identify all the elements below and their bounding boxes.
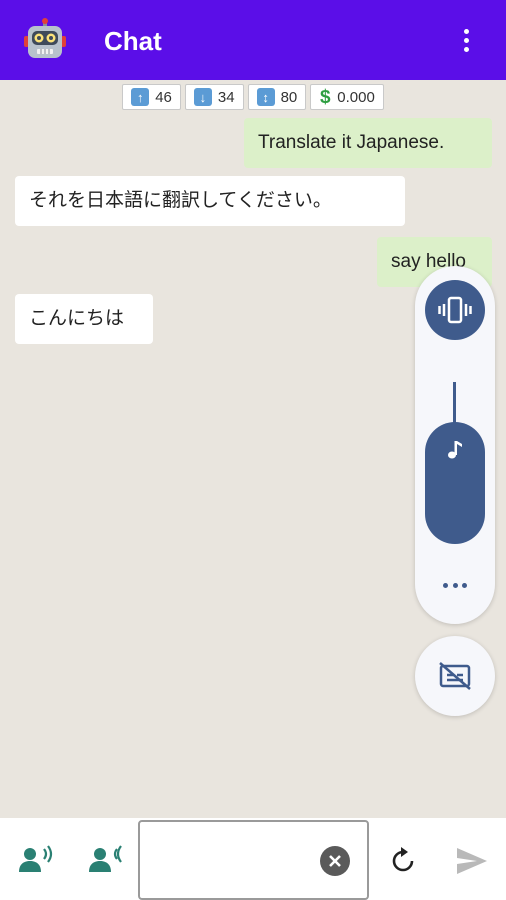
captions-off-button[interactable] (415, 636, 495, 716)
input-bar (0, 818, 506, 900)
voice-listen-icon (89, 845, 122, 872)
refresh-button[interactable] (386, 844, 420, 878)
vibrate-button[interactable] (425, 280, 485, 340)
app-bar: Chat (0, 0, 506, 80)
tokens-sent-chip: ↑ 46 (122, 84, 181, 110)
tokens-total-chip: ↕ 80 (247, 84, 307, 110)
cost-value: 0.000 (337, 88, 375, 106)
more-vert-icon[interactable] (454, 24, 478, 56)
voice-listen-button[interactable] (86, 842, 126, 876)
tokens-sent-value: 46 (155, 88, 172, 106)
volume-panel (415, 266, 495, 624)
message-assistant[interactable]: こんにちは (15, 294, 153, 344)
tokens-received-value: 34 (217, 88, 235, 106)
cost-chip: $ 0.000 (310, 84, 384, 110)
dollar-icon: $ (319, 86, 331, 108)
arrow-down-icon: ↓ (193, 88, 212, 106)
arrow-up-down-icon: ↕ (256, 88, 275, 106)
message-input[interactable] (150, 842, 310, 882)
send-button[interactable] (454, 844, 490, 878)
app-title: Chat (104, 26, 162, 56)
vibrate-icon (438, 296, 472, 324)
clear-icon (329, 855, 341, 867)
clear-button[interactable] (320, 846, 350, 876)
record-voice-icon (19, 845, 53, 872)
more-horiz-icon[interactable] (443, 580, 467, 590)
token-stats: ↑ 46 ↓ 34 ↕ 80 $ 0.000 (0, 84, 506, 110)
arrow-up-icon: ↑ (131, 88, 150, 106)
message-input-box[interactable] (138, 820, 369, 900)
music-note-icon (443, 438, 467, 462)
tokens-received-chip: ↓ 34 (184, 84, 244, 110)
send-icon (457, 848, 487, 874)
refresh-icon (392, 847, 414, 872)
tokens-total-value: 80 (280, 88, 298, 106)
robot-icon (23, 18, 67, 62)
message-assistant[interactable]: それを日本語に翻訳してください。 (15, 176, 405, 226)
captions-off-icon (439, 662, 471, 690)
message-user[interactable]: Translate it Japanese. (244, 118, 492, 168)
voice-record-button[interactable] (16, 842, 56, 876)
